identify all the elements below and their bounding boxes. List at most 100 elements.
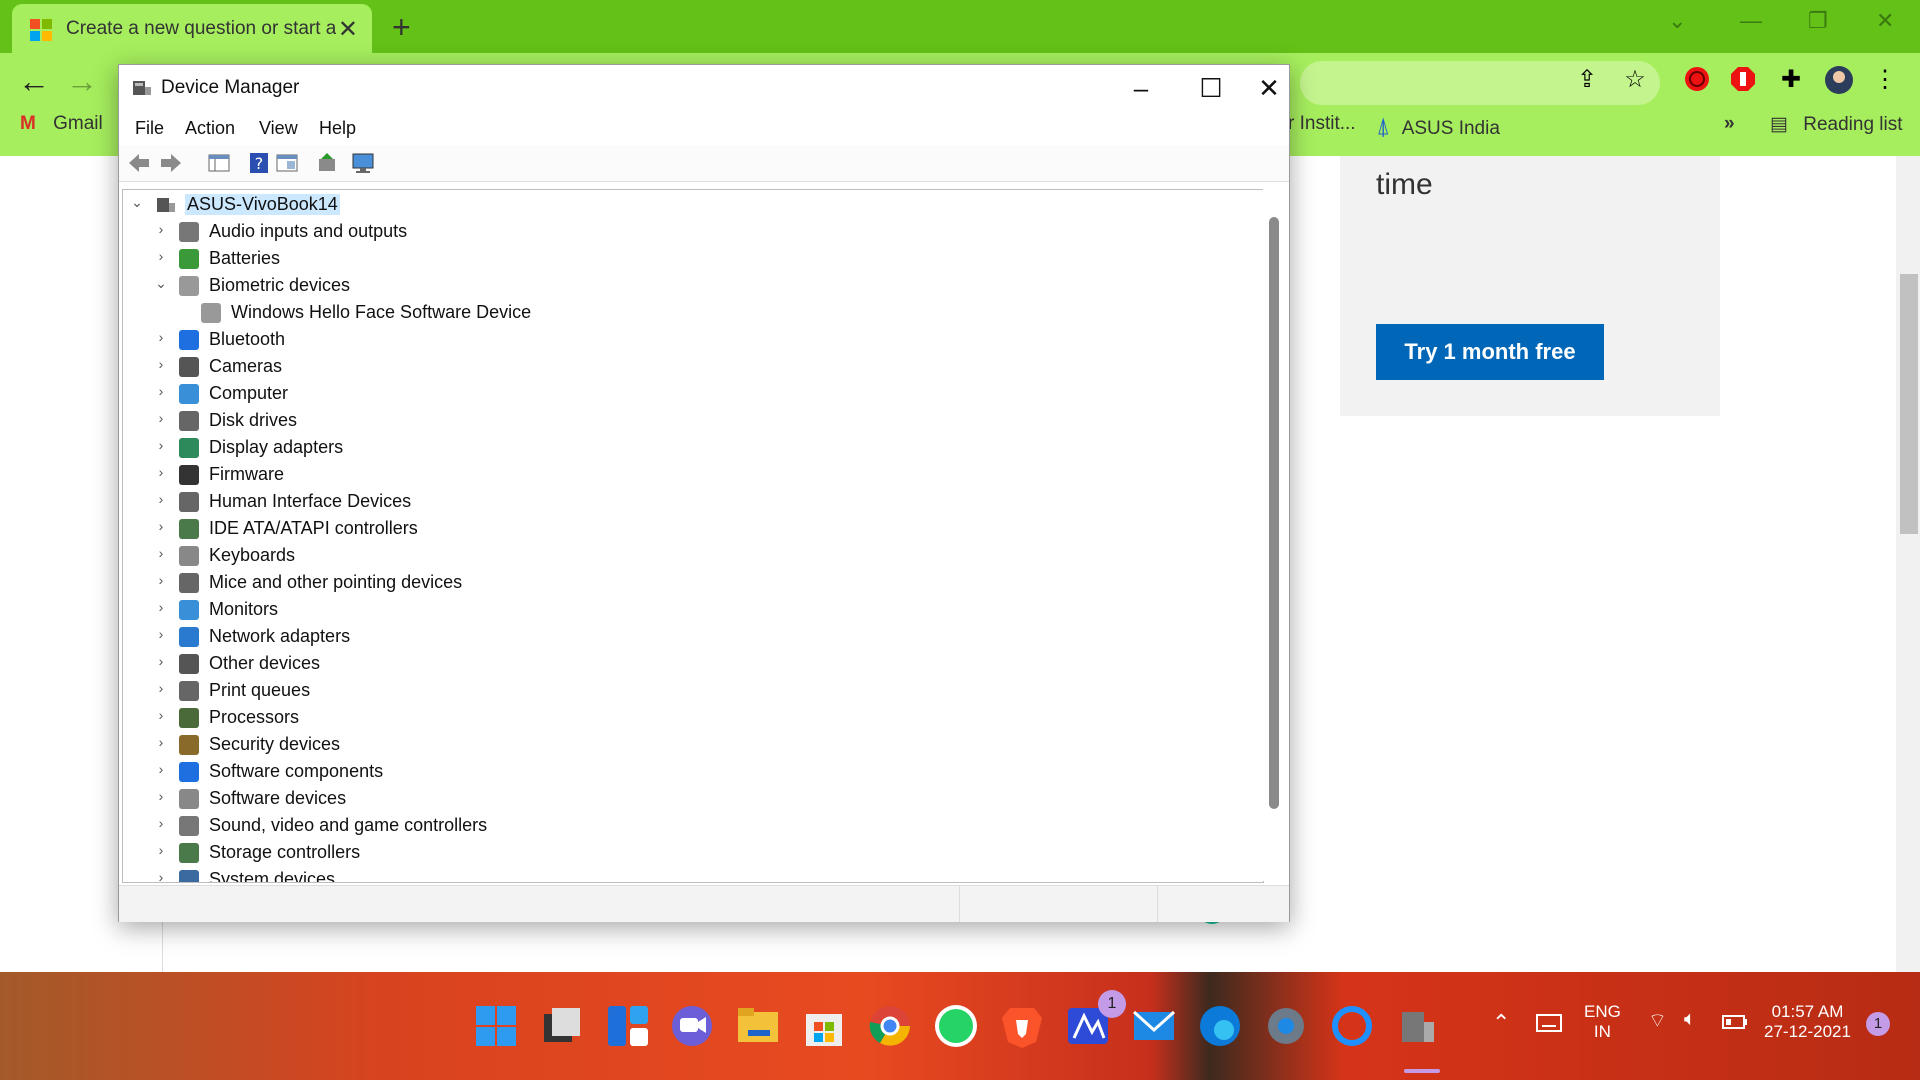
tree-item-label: IDE ATA/ATAPI controllers — [209, 518, 418, 538]
menu-file[interactable]: File — [135, 118, 164, 139]
chevron-right-icon[interactable]: › — [153, 464, 169, 480]
new-tab-icon[interactable]: + — [392, 9, 411, 46]
dm-minimize-icon[interactable]: – — [1111, 69, 1171, 107]
back-icon[interactable]: ← — [18, 63, 50, 100]
windows-start-icon[interactable] — [472, 1002, 520, 1050]
teams-chat-icon[interactable] — [668, 1002, 716, 1050]
mail-icon[interactable] — [1130, 1002, 1178, 1050]
device-tree-scrollbar-thumb[interactable] — [1269, 217, 1279, 809]
device-tree-scrollbar[interactable] — [1263, 189, 1285, 881]
chevron-right-icon[interactable]: › — [153, 707, 169, 723]
extension-timer-icon[interactable] — [1682, 65, 1712, 95]
reading-list-label: Reading list — [1803, 114, 1903, 135]
browser-menu-icon[interactable]: ⋮ — [1870, 65, 1900, 95]
volume-icon[interactable]: 🔈︎ — [1684, 1008, 1696, 1031]
device-manager-titlebar[interactable]: Device Manager – ☐ ✕ — [119, 65, 1289, 111]
browser-tab[interactable]: Create a new question or start a ✕ — [12, 4, 372, 53]
battery-status-icon[interactable] — [1722, 1014, 1748, 1030]
chevron-down-icon[interactable]: ⌄ — [129, 194, 145, 211]
chevron-right-icon[interactable]: › — [153, 869, 169, 882]
address-bar[interactable] — [1300, 61, 1660, 105]
tree-item-label: Disk drives — [209, 410, 298, 430]
file-explorer-icon[interactable] — [734, 1002, 782, 1050]
forward-icon[interactable]: → — [66, 63, 98, 100]
forward-arrow-icon[interactable] — [159, 151, 183, 175]
chrome-icon[interactable] — [866, 1002, 914, 1050]
chevron-right-icon[interactable]: › — [153, 437, 169, 453]
device-manager-toolbar: ? — [119, 145, 1289, 182]
try-free-button[interactable]: Try 1 month free — [1376, 324, 1604, 380]
page-scrollbar[interactable] — [1896, 156, 1920, 972]
minimize-icon[interactable]: — — [1740, 8, 1762, 34]
security-icon — [179, 735, 199, 755]
back-arrow-icon[interactable] — [127, 151, 151, 175]
scan-hardware-icon[interactable] — [351, 151, 375, 175]
chevron-right-icon[interactable]: › — [153, 680, 169, 696]
chevron-right-icon[interactable]: › — [153, 626, 169, 642]
help-icon[interactable]: ? — [247, 151, 271, 175]
task-view-icon[interactable] — [538, 1002, 586, 1050]
tab-close-icon[interactable]: ✕ — [338, 15, 358, 44]
widgets-icon[interactable] — [604, 1002, 652, 1050]
edge-icon[interactable] — [1196, 1002, 1244, 1050]
language-indicator[interactable]: ENG IN — [1584, 1002, 1621, 1042]
chevron-right-icon[interactable]: › — [153, 815, 169, 831]
microsoft-store-icon[interactable] — [800, 1002, 848, 1050]
whatsapp-icon[interactable] — [932, 1002, 980, 1050]
show-hidden-icons-icon[interactable]: ⌃ — [1492, 1010, 1510, 1036]
wifi-icon[interactable]: ⌔ — [1648, 1008, 1667, 1033]
tree-item-label: Display adapters — [209, 437, 344, 457]
bookmark-star-icon[interactable]: ☆ — [1620, 65, 1650, 95]
extension-adblock-icon[interactable] — [1728, 65, 1758, 95]
clock[interactable]: 01:57 AM 27-12-2021 — [1764, 1002, 1851, 1042]
chevron-right-icon[interactable]: › — [153, 356, 169, 372]
tree-item-label: Monitors — [209, 599, 279, 619]
printer-icon — [179, 681, 199, 701]
profile-avatar[interactable] — [1824, 65, 1854, 95]
tree-item-label: Print queues — [209, 680, 311, 700]
page-scrollbar-thumb[interactable] — [1900, 274, 1918, 534]
chevron-right-icon[interactable]: › — [153, 410, 169, 426]
tree-item-label: Storage controllers — [209, 842, 361, 862]
touch-keyboard-icon[interactable] — [1536, 1014, 1562, 1034]
chevron-right-icon[interactable]: › — [153, 545, 169, 561]
chevron-right-icon[interactable]: › — [153, 572, 169, 588]
menu-help[interactable]: Help — [319, 118, 356, 139]
chevron-down-icon[interactable]: ⌄ — [153, 275, 169, 292]
dm-close-icon[interactable]: ✕ — [1251, 69, 1287, 107]
chevron-right-icon[interactable]: › — [153, 248, 169, 264]
bookmarks-overflow-icon[interactable]: » — [1724, 113, 1735, 135]
chevron-right-icon[interactable]: › — [153, 734, 169, 750]
share-icon[interactable]: ⇪ — [1572, 65, 1602, 95]
chevron-right-icon[interactable]: › — [153, 491, 169, 507]
chevron-right-icon[interactable]: › — [153, 788, 169, 804]
chevron-right-icon[interactable]: › — [153, 599, 169, 615]
reading-list[interactable]: ▤ Reading list — [1770, 113, 1903, 136]
update-driver-icon[interactable] — [315, 151, 339, 175]
device-manager-taskbar-icon[interactable] — [1394, 1002, 1442, 1050]
bookmark-asus[interactable]: ⍋ ASUS India — [1376, 113, 1500, 141]
notification-badge[interactable]: 1 — [1866, 1012, 1890, 1036]
chevron-right-icon[interactable]: › — [153, 518, 169, 534]
menu-view[interactable]: View — [259, 118, 298, 139]
settings-gear-icon[interactable] — [1262, 1002, 1310, 1050]
bookmark-institute[interactable]: r Instit... — [1288, 113, 1356, 135]
chevron-right-icon[interactable]: › — [153, 329, 169, 345]
show-hide-console-tree-icon[interactable] — [207, 151, 231, 175]
chevron-right-icon[interactable]: › — [153, 221, 169, 237]
chevron-right-icon[interactable]: › — [153, 383, 169, 399]
bookmark-gmail[interactable]: M Gmail — [20, 113, 103, 135]
chevron-right-icon[interactable]: › — [153, 761, 169, 777]
unknown-device-icon — [179, 654, 199, 674]
chevron-right-icon[interactable]: › — [153, 842, 169, 858]
menu-action[interactable]: Action — [185, 118, 235, 139]
tab-search-icon[interactable]: ⌄ — [1668, 8, 1686, 34]
dm-maximize-icon[interactable]: ☐ — [1181, 69, 1241, 107]
chevron-right-icon[interactable]: › — [153, 653, 169, 669]
properties-icon[interactable] — [275, 151, 299, 175]
close-icon[interactable]: ✕ — [1876, 8, 1894, 34]
extensions-puzzle-icon[interactable]: ✚ — [1776, 65, 1806, 95]
cortana-icon[interactable] — [1328, 1002, 1376, 1050]
brave-browser-icon[interactable] — [998, 1002, 1046, 1050]
restore-icon[interactable]: ❐ — [1808, 8, 1828, 34]
